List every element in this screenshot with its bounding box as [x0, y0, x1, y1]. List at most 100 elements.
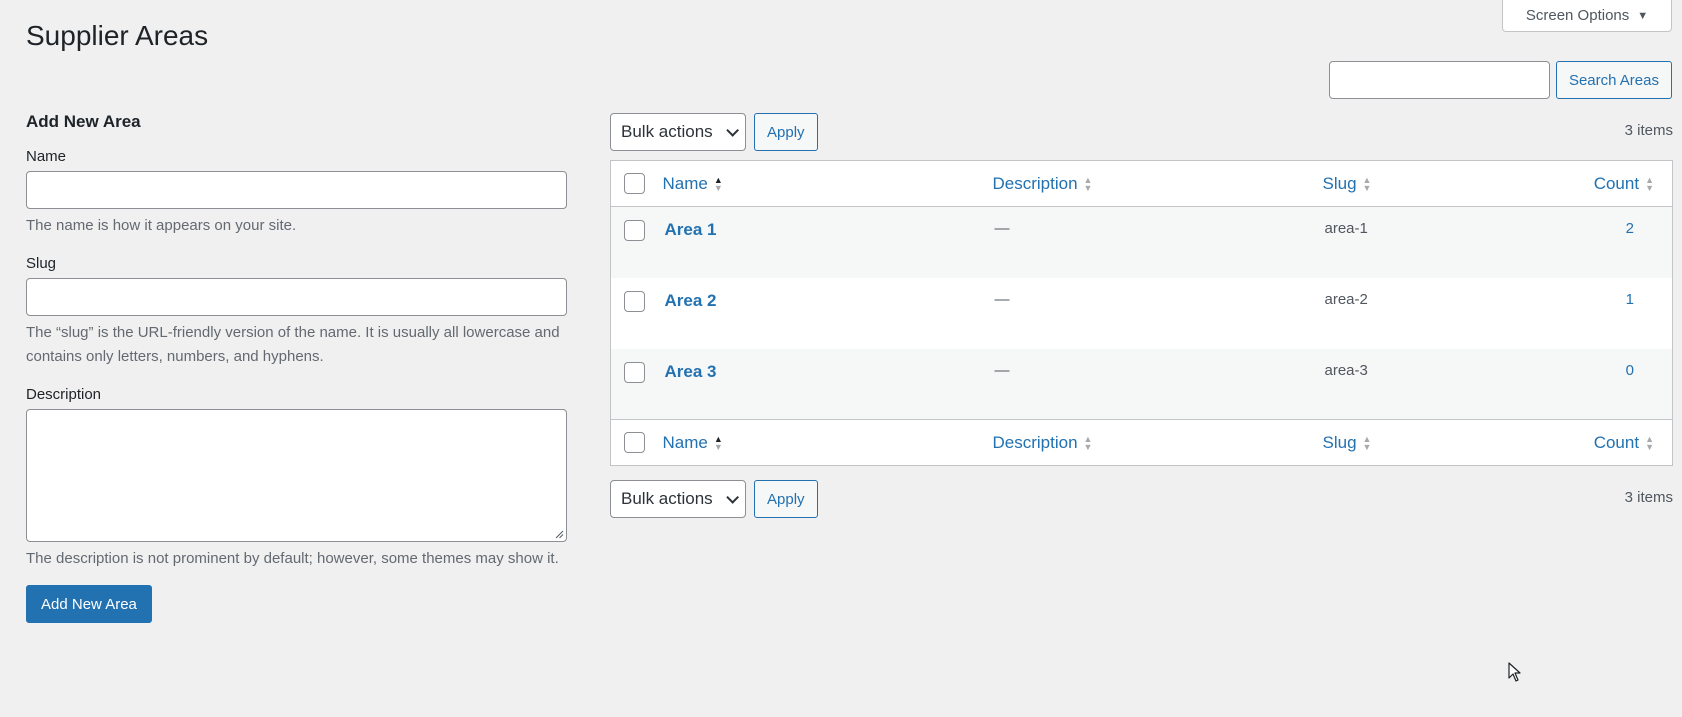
row-description: — [994, 361, 1010, 379]
areas-list: Bulk actions Apply 3 items Name ▲ ▼ Desc… [610, 113, 1673, 518]
row-slug: area-1 [1324, 220, 1368, 237]
sort-arrows-icon: ▲ ▼ [1362, 433, 1372, 452]
areas-table: Name ▲ ▼ Description ▲ ▼ Slug ▲ ▼ Count … [610, 160, 1673, 466]
select-all-checkbox[interactable] [624, 173, 645, 194]
column-count-label: Count [1593, 432, 1640, 452]
row-checkbox-cell [611, 349, 663, 420]
sort-by-slug-link[interactable]: Slug ▲ ▼ [1323, 433, 1372, 453]
row-checkbox-cell [611, 278, 663, 349]
tablenav-bottom: Bulk actions Apply 3 items [610, 480, 1673, 518]
column-header-count: Count ▲ ▼ [1559, 161, 1673, 207]
row-description: — [994, 290, 1010, 308]
search-input[interactable] [1328, 61, 1550, 99]
chevron-down-icon [726, 490, 739, 504]
sort-arrows-icon: ▲ ▼ [713, 433, 723, 452]
row-count-cell: 2 [1559, 207, 1673, 278]
slug-input[interactable] [26, 278, 567, 316]
column-footer-slug: Slug ▲ ▼ [1323, 420, 1559, 466]
sort-arrows-icon: ▲ ▼ [1645, 174, 1654, 193]
sort-by-name-link[interactable]: Name ▲ ▼ [663, 433, 723, 453]
table-row: Area 2 — area-2 1 [611, 278, 1673, 349]
column-description-label: Description [992, 432, 1078, 452]
chevron-down-icon [726, 123, 739, 137]
row-slug-cell: area-2 [1323, 278, 1559, 349]
sort-arrows-icon: ▲ ▼ [713, 174, 723, 193]
sort-by-slug-link[interactable]: Slug ▲ ▼ [1323, 174, 1372, 194]
apply-button[interactable]: Apply [754, 113, 818, 151]
screen-options-button[interactable]: Screen Options ▼ [1502, 0, 1672, 32]
row-slug: area-3 [1324, 361, 1368, 379]
description-field-group: Description The description is not promi… [26, 386, 568, 571]
row-checkbox[interactable] [624, 361, 645, 383]
sort-by-description-link[interactable]: Description ▲ ▼ [993, 174, 1093, 194]
column-description-label: Description [992, 173, 1078, 193]
sort-by-count-link[interactable]: Count ▲ ▼ [1594, 174, 1654, 194]
items-count: 3 items [1624, 122, 1673, 139]
page-title: Supplier Areas [26, 20, 209, 51]
column-footer-description: Description ▲ ▼ [993, 420, 1323, 466]
screen-options-label: Screen Options [1525, 7, 1630, 24]
caret-down-icon: ▼ [1637, 9, 1649, 22]
column-slug-label: Slug [1322, 432, 1357, 452]
table-footer-row: Name ▲ ▼ Description ▲ ▼ Slug ▲ ▼ Count … [610, 419, 1673, 466]
column-header-name: Name ▲ ▼ [663, 161, 993, 207]
column-name-label: Name [662, 173, 708, 193]
column-footer-name: Name ▲ ▼ [663, 420, 993, 466]
table-header-row: Name ▲ ▼ Description ▲ ▼ Slug ▲ ▼ Count … [610, 161, 1673, 207]
column-footer-count: Count ▲ ▼ [1559, 420, 1673, 466]
row-checkbox[interactable] [624, 290, 645, 312]
sort-by-description-link[interactable]: Description ▲ ▼ [993, 433, 1093, 453]
row-count-link[interactable]: 0 [1626, 362, 1654, 379]
search-box: Search Areas [1328, 61, 1672, 99]
slug-label: Slug [26, 255, 57, 272]
row-slug-cell: area-1 [1323, 207, 1559, 278]
row-description-cell: — [993, 349, 1323, 420]
row-count-link[interactable]: 1 [1626, 291, 1654, 308]
row-description-cell: — [993, 278, 1323, 349]
column-count-label: Count [1593, 173, 1640, 193]
apply-button-bottom[interactable]: Apply [754, 480, 818, 518]
search-areas-button[interactable]: Search Areas [1555, 61, 1672, 99]
items-count-bottom: 3 items [1624, 489, 1673, 506]
select-all-checkbox-footer[interactable] [624, 432, 645, 453]
row-slug: area-2 [1324, 290, 1368, 308]
table-row: Area 3 — area-3 0 [610, 348, 1673, 420]
name-input[interactable] [26, 171, 567, 209]
description-textarea[interactable] [26, 409, 567, 542]
row-title-link[interactable]: Area 1 [665, 220, 717, 239]
row-count-cell: 1 [1559, 278, 1673, 349]
row-count-link[interactable]: 2 [1626, 220, 1654, 237]
name-field-group: Name The name is how it appears on your … [26, 148, 568, 238]
row-checkbox-cell [611, 207, 663, 278]
column-header-description: Description ▲ ▼ [993, 161, 1323, 207]
row-checkbox[interactable] [624, 220, 645, 241]
description-textarea-wrap [26, 409, 567, 542]
row-description: — [994, 220, 1010, 237]
name-help-text: The name is how it appears on your site. [26, 217, 297, 234]
add-new-area-button[interactable]: Add New Area [26, 585, 152, 623]
sort-by-name-link[interactable]: Name ▲ ▼ [663, 174, 723, 194]
slug-field-group: Slug The “slug” is the URL-friendly vers… [26, 255, 568, 369]
bulk-actions-select[interactable]: Bulk actions [610, 113, 746, 151]
row-name-cell: Area 3 [663, 349, 993, 420]
sort-arrows-icon: ▲ ▼ [1083, 174, 1093, 193]
select-all-cell [611, 420, 663, 466]
sort-arrows-icon: ▲ ▼ [1362, 174, 1372, 193]
row-title-link[interactable]: Area 3 [665, 362, 717, 381]
row-description-cell: — [993, 207, 1323, 278]
row-title-link[interactable]: Area 2 [665, 291, 717, 310]
column-name-label: Name [662, 432, 708, 452]
form-heading: Add New Area [26, 112, 141, 131]
tablenav-top: Bulk actions Apply 3 items [610, 113, 1673, 151]
description-help-text: The description is not prominent by defa… [26, 550, 559, 567]
bulk-actions-select-bottom[interactable]: Bulk actions [610, 480, 746, 518]
row-count-cell: 0 [1559, 349, 1673, 420]
bulk-actions-label: Bulk actions [621, 489, 713, 508]
column-slug-label: Slug [1322, 173, 1357, 193]
sort-by-count-link[interactable]: Count ▲ ▼ [1594, 433, 1654, 453]
select-all-cell [611, 161, 663, 207]
row-slug-cell: area-3 [1323, 349, 1559, 420]
column-header-slug: Slug ▲ ▼ [1323, 161, 1559, 207]
name-label: Name [26, 148, 67, 165]
row-name-cell: Area 2 [663, 278, 993, 349]
